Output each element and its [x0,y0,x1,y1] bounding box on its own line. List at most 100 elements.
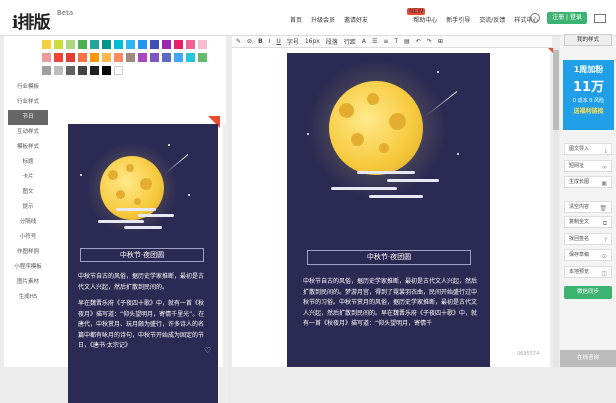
nav-upgrade[interactable]: 升级会员 [311,15,335,24]
toolbar-button[interactable]: I [269,38,271,45]
toolbar-button[interactable]: T [394,38,398,45]
article-content[interactable]: 中秋节·夜团圆 中秋节自古的风俗，据历史学家推断，最初是古代文人兴起，然后扩散到… [287,53,490,367]
color-swatch[interactable] [126,40,135,49]
color-swatch[interactable] [42,40,51,49]
toolbar-button[interactable]: ☰ [372,38,377,45]
color-swatch[interactable] [54,66,63,75]
color-swatch[interactable] [114,53,123,62]
sidebar-item[interactable]: 生成H5 [8,290,48,305]
color-swatch[interactable] [186,53,195,62]
color-swatch[interactable] [174,40,183,49]
color-swatch[interactable] [90,40,99,49]
preview-paragraph: 中秋节自古的风俗，据历史学家推断，最初是古代文人兴起，然后扩散到民间的。 [78,273,205,291]
sidebar-item[interactable]: 互动样式 [8,125,48,140]
sidebar-item[interactable]: 提示 [8,200,48,215]
nav-feedback[interactable]: 交流/反馈 [479,15,505,24]
sidebar-item[interactable]: 图片素材 [8,275,48,290]
nav-home[interactable]: 首页 [290,15,302,24]
sidebar-item[interactable]: 标题 [8,155,48,170]
toolbar-button[interactable]: A [362,38,366,45]
tool-button[interactable]: 生成长图 ▣ [564,176,612,188]
app-logo[interactable]: i排版 [12,8,50,33]
color-swatch[interactable] [90,53,99,62]
tool-button[interactable]: 找回签名? [564,233,612,245]
tool-button[interactable]: 复制全文 ⧉ [564,216,612,228]
toolbar-button[interactable]: ↶ [416,38,421,45]
mail-icon[interactable] [594,14,606,23]
color-swatch[interactable] [114,40,123,49]
editor-canvas[interactable]: 中秋节·夜团圆 中秋节自古的风俗，据历史学家推断，最初是古代文人兴起，然后扩散到… [232,48,550,367]
tool-button[interactable]: 本地预览 ◫ [564,266,612,278]
color-swatch[interactable] [138,40,147,49]
toolbar-button[interactable]: ✎ [236,38,241,45]
toolbar-button[interactable]: ⊘ [247,38,252,45]
sidebar-item[interactable]: 小符号 [8,230,48,245]
toolbar-button[interactable]: 行距 [344,37,356,46]
color-swatch[interactable] [126,53,135,62]
color-swatch[interactable] [162,53,171,62]
color-swatch[interactable] [150,40,159,49]
wechat-sync-button[interactable]: 微信同步 [564,286,612,299]
color-swatch[interactable] [42,53,51,62]
nav-guide[interactable]: 新手引导 [446,15,470,24]
heart-icon[interactable]: ♡ [204,346,211,355]
sidebar-item[interactable]: 作图样例 [8,245,48,260]
color-swatch[interactable] [66,40,75,49]
toolbar-button[interactable]: ≡ [383,38,388,45]
sidebar-item[interactable]: 行业样式 [8,95,48,110]
color-swatch[interactable] [54,53,63,62]
color-swatch[interactable] [66,53,75,62]
toolbar-button[interactable]: 段落 [326,37,338,46]
color-swatch[interactable] [66,66,75,75]
color-swatch[interactable] [162,40,171,49]
color-swatch[interactable] [90,66,99,75]
toolbar-button[interactable]: 字号 [287,37,299,46]
color-swatch[interactable] [78,40,87,49]
toolbar-button[interactable]: U [276,38,280,45]
tool-button[interactable]: 短网址 ∞ [564,160,612,172]
promo-banner[interactable]: 1周加粉 11万 0 成本 0 风险 送福利链接 [563,60,614,130]
color-swatch[interactable] [186,40,195,49]
toolbar-button[interactable]: B [258,38,263,45]
color-swatch[interactable] [54,40,63,49]
tool-button-label: 图文导入 [569,146,590,152]
color-swatch[interactable] [198,53,207,62]
user-icon[interactable] [530,13,540,23]
sidebar-item[interactable]: 模板样式 [8,140,48,155]
sidebar-item[interactable]: 卡片 [8,170,48,185]
color-swatch[interactable] [42,66,51,75]
tool-button[interactable]: 保存草稿 ⊙ [564,249,612,261]
sidebar-item[interactable]: 分隔线 [8,215,48,230]
my-styles-tab[interactable]: 我的样式 [564,34,612,46]
color-swatch[interactable] [198,40,207,49]
toolbar-button[interactable]: ▤ [404,38,410,45]
color-swatch[interactable] [150,53,159,62]
sidebar-item[interactable]: 行业模板 [8,80,48,95]
article-paragraph: 中秋节自古的风俗，据历史学家推断，最初是古代文人兴起，然后扩散到民间的。梦游月宫… [303,278,478,327]
color-swatch[interactable] [102,40,111,49]
nav-help[interactable]: 帮助中心 [413,15,437,24]
toolbar-button[interactable]: ⊞ [438,38,443,45]
tool-button-label: 本地预览 [569,269,590,275]
preview-icon: ◫ [601,270,607,277]
color-swatch[interactable] [78,53,87,62]
color-swatch[interactable] [138,53,147,62]
editor-scrollbar-thumb[interactable] [553,50,559,130]
sidebar-item[interactable]: 节日 [8,110,48,125]
online-consult-button[interactable]: 在线咨询 [560,350,616,367]
color-swatch[interactable] [102,66,111,75]
sidebar-item[interactable]: 小程序模板 [8,260,48,275]
template-preview-card[interactable]: 中秋节·夜团圆 中秋节自古的风俗，据历史学家推断，最初是古代文人兴起，然后扩散到… [68,124,218,403]
style-list-scrollbar[interactable] [223,124,228,403]
login-button[interactable]: 注册 | 登录 [547,12,587,24]
color-swatch[interactable] [78,66,87,75]
toolbar-button[interactable]: ↷ [427,38,432,45]
tool-button[interactable]: 清空内容 🗑 [564,201,612,213]
color-swatch[interactable] [102,53,111,62]
tool-button[interactable]: 图文导入 ⤓ [564,143,612,155]
toolbar-button[interactable]: 16px [305,38,320,45]
sidebar-item[interactable]: 图文 [8,185,48,200]
color-swatch[interactable] [174,53,183,62]
nav-invite[interactable]: 邀请好友NEW [344,8,426,24]
color-swatch[interactable] [114,66,123,75]
